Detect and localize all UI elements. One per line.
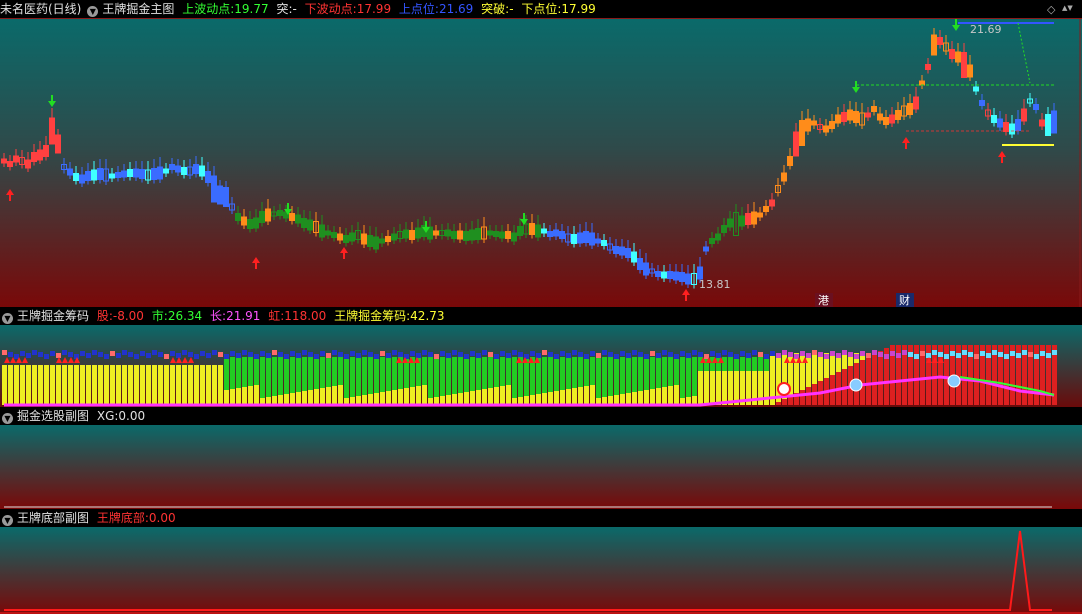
hong-label: 虹: — [268, 309, 285, 323]
select-header: ▼ 掘金选股副图 XG:0.00 — [0, 407, 1082, 425]
low-annotation: 13.81 — [699, 278, 731, 291]
gu-label: 股: — [96, 309, 113, 323]
chips-chart — [0, 325, 1082, 407]
main-chart-area[interactable]: 21.69 13.81 港 财 — [0, 18, 1082, 307]
stock-name: 未名医药(日线) — [0, 2, 82, 16]
xg-label: XG: — [96, 409, 119, 423]
collapse-toggle-icon[interactable]: ▼ — [2, 313, 13, 324]
chips-value-label: 王牌掘金筹码: — [334, 309, 411, 323]
breakout-label: 突: — [276, 2, 293, 16]
hong-value: 118.00 — [284, 309, 327, 323]
hk-marker[interactable]: 港 — [818, 294, 829, 307]
bottom-level-label: 下点位: — [521, 2, 562, 16]
breakout2-label: 突破: — [481, 2, 510, 16]
chips-title[interactable]: 王牌掘金筹码 — [17, 309, 89, 323]
up-wave-label: 上波动点: — [182, 2, 235, 16]
breakout2-value: - — [509, 2, 514, 16]
chang-label: 长: — [210, 309, 227, 323]
select-chart-area[interactable] — [0, 425, 1082, 509]
main-chart-panel[interactable]: 未名医药(日线) ▼ 王牌掘金主图 上波动点:19.77 突:- 下波动点:17.9… — [0, 0, 1082, 307]
chips-value: 42.73 — [410, 309, 445, 323]
bottom-level-value: 17.99 — [561, 2, 596, 16]
indicator-name[interactable]: 王牌掘金主图 — [102, 2, 174, 16]
collapse-toggle-icon[interactable]: ▼ — [87, 6, 99, 17]
select-chart — [0, 425, 1082, 509]
shi-value: 26.34 — [167, 309, 203, 323]
down-wave-label: 下波动点: — [304, 2, 357, 16]
scroll-updown-icon[interactable]: ▲▼ — [1062, 4, 1073, 12]
bottom-label: 王牌底部: — [96, 511, 149, 525]
gu-value: -8.00 — [112, 309, 144, 323]
high-annotation: 21.69 — [970, 23, 1002, 36]
candlestick-chart: 21.69 13.81 港 财 — [0, 19, 1082, 307]
collapse-toggle-icon[interactable]: ▼ — [2, 515, 13, 526]
bottom-panel[interactable]: ▼ 王牌底部副图 王牌底部:0.00 — [0, 509, 1082, 614]
finance-marker[interactable]: 财 — [899, 293, 910, 307]
up-wave-value: 19.77 — [234, 2, 269, 16]
select-title[interactable]: 掘金选股副图 — [17, 409, 89, 423]
xg-value: 0.00 — [118, 409, 146, 423]
chips-header: ▼ 王牌掘金筹码 股:-8.00 市:26.34 长:21.91 虹:118.00… — [0, 307, 1082, 325]
chips-chart-area[interactable] — [0, 325, 1082, 407]
bottom-title[interactable]: 王牌底部副图 — [17, 511, 89, 525]
breakout-value: - — [292, 2, 297, 16]
bottom-chart-area[interactable] — [0, 527, 1082, 614]
diamond-icon[interactable]: ◇ — [1047, 3, 1055, 16]
collapse-toggle-icon[interactable]: ▼ — [2, 413, 13, 424]
bottom-header: ▼ 王牌底部副图 王牌底部:0.00 — [0, 509, 1082, 527]
chang-value: 21.91 — [226, 309, 261, 323]
bottom-value: 0.00 — [148, 511, 176, 525]
top-level-label: 上点位: — [398, 2, 439, 16]
down-wave-value: 17.99 — [356, 2, 392, 16]
chips-panel[interactable]: ▼ 王牌掘金筹码 股:-8.00 市:26.34 长:21.91 虹:118.00… — [0, 307, 1082, 407]
bottom-chart — [0, 527, 1082, 614]
select-panel[interactable]: ▼ 掘金选股副图 XG:0.00 — [0, 407, 1082, 509]
shi-label: 市: — [151, 309, 168, 323]
main-chart-header: 未名医药(日线) ▼ 王牌掘金主图 上波动点:19.77 突:- 下波动点:17.9… — [0, 0, 1082, 18]
top-level-value: 21.69 — [438, 2, 474, 16]
